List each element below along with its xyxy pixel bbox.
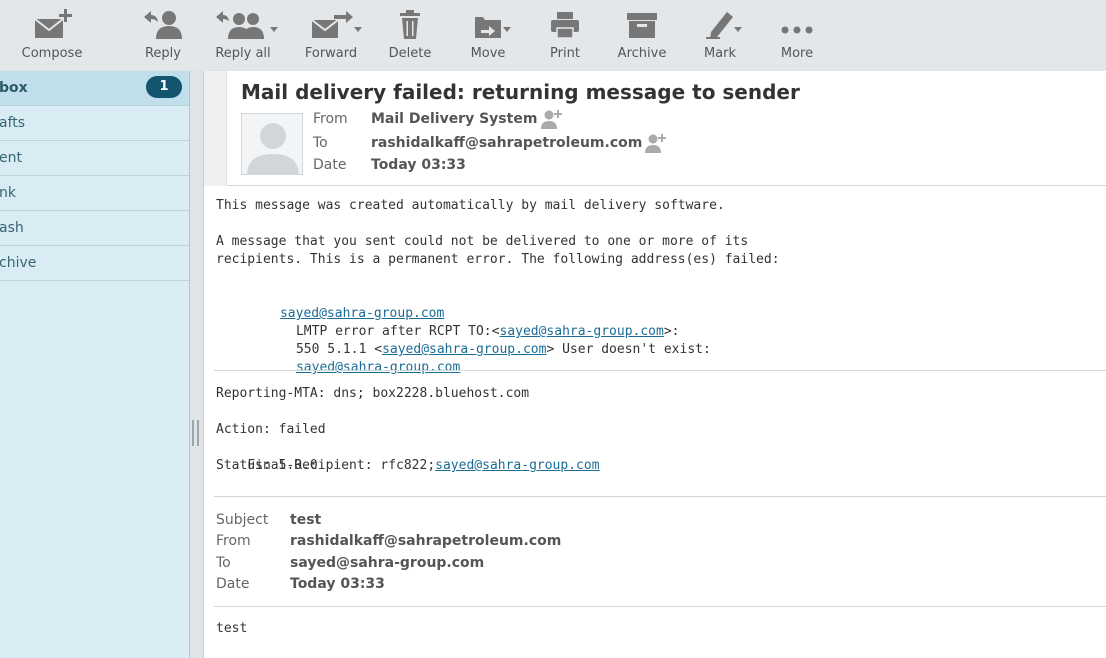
forward-envelope-icon bbox=[300, 8, 362, 40]
original-to-value: sayed@sahra-group.com bbox=[290, 555, 485, 571]
folder-label: nk bbox=[0, 185, 16, 201]
compose-label: Compose bbox=[21, 46, 83, 61]
delete-button[interactable]: Delete bbox=[386, 8, 434, 64]
original-body: test bbox=[216, 621, 248, 636]
body-line: recipients. This is a permanent error. T… bbox=[216, 252, 780, 267]
action-line: Action: failed bbox=[216, 422, 326, 437]
date-value: Today 03:33 bbox=[371, 157, 466, 173]
reply-label: Reply bbox=[144, 46, 181, 61]
original-subject-value: test bbox=[290, 512, 322, 528]
folder-drafts[interactable]: afts bbox=[0, 106, 189, 141]
folder-archive[interactable]: chive bbox=[0, 246, 189, 281]
folder-trash[interactable]: ash bbox=[0, 211, 189, 246]
folder-arrow-icon bbox=[464, 8, 512, 40]
divider bbox=[214, 606, 1106, 607]
header-accent-bar bbox=[204, 71, 227, 186]
folder-sent[interactable]: ent bbox=[0, 141, 189, 176]
status-line: Status: 5.0.0 bbox=[216, 458, 318, 473]
original-date-value: Today 03:33 bbox=[290, 576, 385, 592]
mark-label: Mark bbox=[703, 46, 737, 61]
archive-button[interactable]: Archive bbox=[614, 8, 670, 64]
from-label: From bbox=[313, 111, 348, 127]
add-contact-icon[interactable] bbox=[540, 109, 564, 133]
original-from-value: rashidalkaff@sahrapetroleum.com bbox=[290, 533, 562, 549]
final-recipient-link[interactable]: sayed@sahra-group.com bbox=[435, 458, 599, 473]
trash-icon bbox=[386, 8, 434, 40]
to-label: To bbox=[313, 135, 328, 151]
body-line: This message was created automatically b… bbox=[216, 198, 725, 213]
message-header: Mail delivery failed: returning message … bbox=[204, 71, 1106, 186]
move-caret-icon[interactable] bbox=[503, 27, 511, 32]
print-button[interactable]: Print bbox=[540, 8, 590, 64]
reporting-mta-line: Reporting-MTA: dns; box2228.bluehost.com bbox=[216, 386, 530, 401]
pen-icon bbox=[698, 8, 742, 40]
forward-button[interactable]: Forward bbox=[300, 8, 362, 64]
message-view: Mail delivery failed: returning message … bbox=[203, 71, 1106, 658]
reply-all-people-icon bbox=[206, 8, 280, 40]
delete-label: Delete bbox=[388, 46, 432, 61]
from-value[interactable]: Mail Delivery System bbox=[371, 111, 537, 127]
add-contact-icon[interactable] bbox=[644, 133, 668, 157]
more-label: More bbox=[780, 46, 814, 61]
folder-label: ent bbox=[0, 150, 22, 166]
move-button[interactable]: Move bbox=[464, 8, 512, 64]
compose-button[interactable]: Compose bbox=[18, 8, 86, 64]
reply-all-button[interactable]: Reply all bbox=[206, 8, 280, 64]
reply-all-caret-icon[interactable] bbox=[270, 27, 278, 32]
envelope-plus-icon bbox=[18, 8, 86, 40]
move-label: Move bbox=[470, 46, 506, 61]
original-from-label: From bbox=[216, 533, 251, 549]
folder-inbox[interactable]: box 1 bbox=[0, 71, 189, 106]
pane-splitter-handle[interactable] bbox=[192, 420, 200, 446]
original-subject-label: Subject bbox=[216, 512, 269, 528]
more-button[interactable]: More bbox=[776, 8, 818, 64]
date-label: Date bbox=[313, 157, 347, 173]
toolbar: Compose Reply Reply all Forward Delete M… bbox=[0, 0, 1106, 70]
err-suffix: > User doesn't exist: bbox=[546, 342, 711, 357]
mark-button[interactable]: Mark bbox=[698, 8, 742, 64]
forward-label: Forward bbox=[304, 46, 358, 61]
err-address2-link[interactable]: sayed@sahra-group.com bbox=[296, 360, 460, 375]
reply-all-label: Reply all bbox=[215, 46, 271, 61]
reply-button[interactable]: Reply bbox=[136, 8, 190, 64]
forward-caret-icon[interactable] bbox=[354, 27, 362, 32]
divider bbox=[214, 370, 1106, 371]
folder-label: chive bbox=[0, 255, 37, 271]
dots-icon bbox=[776, 8, 818, 40]
person-silhouette-icon bbox=[241, 113, 303, 175]
folder-label: afts bbox=[0, 115, 26, 131]
folder-label: ash bbox=[0, 220, 24, 236]
printer-icon bbox=[540, 8, 590, 40]
print-label: Print bbox=[550, 46, 580, 61]
message-subject: Mail delivery failed: returning message … bbox=[241, 80, 800, 104]
mark-caret-icon[interactable] bbox=[734, 27, 742, 32]
divider bbox=[214, 496, 1106, 497]
to-value[interactable]: rashidalkaff@sahrapetroleum.com bbox=[371, 135, 642, 151]
unread-count-badge: 1 bbox=[146, 76, 182, 98]
archive-label: Archive bbox=[617, 46, 667, 61]
reply-person-icon bbox=[136, 8, 190, 40]
original-date-label: Date bbox=[216, 576, 250, 592]
folder-list: box 1 afts ent nk ash chive bbox=[0, 71, 190, 658]
original-to-label: To bbox=[216, 555, 231, 571]
folder-label: box bbox=[0, 80, 28, 96]
body-line: A message that you sent could not be del… bbox=[216, 234, 749, 249]
folder-junk[interactable]: nk bbox=[0, 176, 189, 211]
archive-box-icon bbox=[614, 8, 670, 40]
